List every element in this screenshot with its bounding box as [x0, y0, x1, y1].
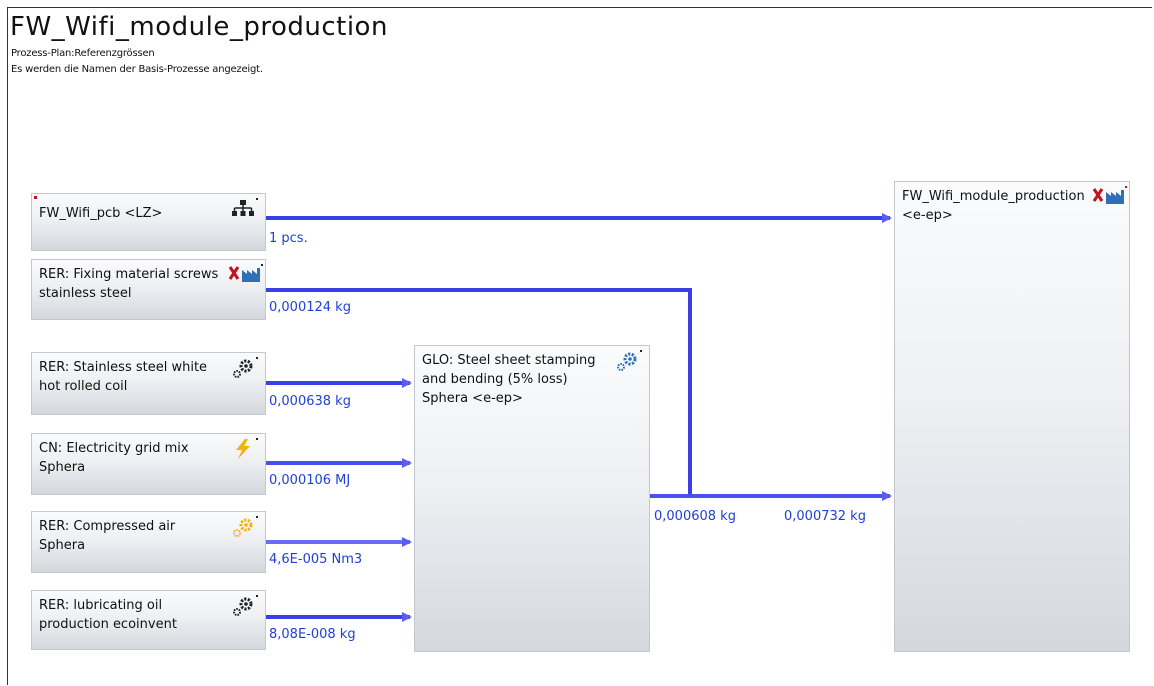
flow-label-air: 4,6E-005 Nm3 [269, 552, 363, 567]
process-box-module[interactable]: FW_Wifi_module_production <e-ep> [894, 181, 1130, 652]
process-label: CN: Electricity grid mix Sphera [39, 441, 189, 475]
process-label: RER: lubricating oil production ecoinven… [39, 598, 177, 632]
process-label: FW_Wifi_module_production <e-ep> [902, 189, 1085, 223]
process-label: FW_Wifi_pcb <LZ> [39, 206, 163, 221]
process-box-pcb[interactable]: FW_Wifi_pcb <LZ> [31, 193, 266, 251]
gear-blue-icon [613, 350, 643, 372]
flow-label-pcb: 1 pcs. [269, 231, 308, 246]
process-box-air[interactable]: RER: Compressed air Sphera [31, 511, 266, 573]
flow-label-stamping-out: 0,000608 kg [654, 509, 736, 524]
flow-label-module-in: 0,000732 kg [784, 509, 866, 524]
flow-label-stainless: 0,000638 kg [269, 394, 351, 409]
process-label: GLO: Steel sheet stamping and bending (5… [422, 353, 596, 406]
flow-label-electricity: 0,000106 MJ [269, 473, 351, 488]
process-label: RER: Stainless steel white hot rolled co… [39, 360, 208, 394]
process-box-electricity[interactable]: CN: Electricity grid mix Sphera [31, 433, 266, 495]
process-box-stamping[interactable]: GLO: Steel sheet stamping and bending (5… [414, 345, 650, 652]
lightning-icon [229, 438, 259, 460]
gear-icon [229, 357, 259, 379]
process-box-oil[interactable]: RER: lubricating oil production ecoinven… [31, 590, 266, 650]
process-box-stainless[interactable]: RER: Stainless steel white hot rolled co… [31, 352, 266, 415]
gear-yellow-icon [229, 516, 259, 538]
process-label: RER: Fixing material screws stainless st… [39, 267, 219, 301]
flow-label-oil: 8,08E-008 kg [269, 627, 356, 642]
gear-icon [229, 595, 259, 617]
flow-label-fixing: 0,000124 kg [269, 300, 351, 315]
hierarchy-icon [229, 198, 259, 220]
red-marker-icon [34, 196, 37, 199]
factory-x-icon [1092, 186, 1127, 208]
process-label: RER: Compressed air Sphera [39, 519, 176, 553]
factory-x-icon [228, 264, 263, 286]
process-box-fixing[interactable]: RER: Fixing material screws stainless st… [31, 259, 266, 320]
